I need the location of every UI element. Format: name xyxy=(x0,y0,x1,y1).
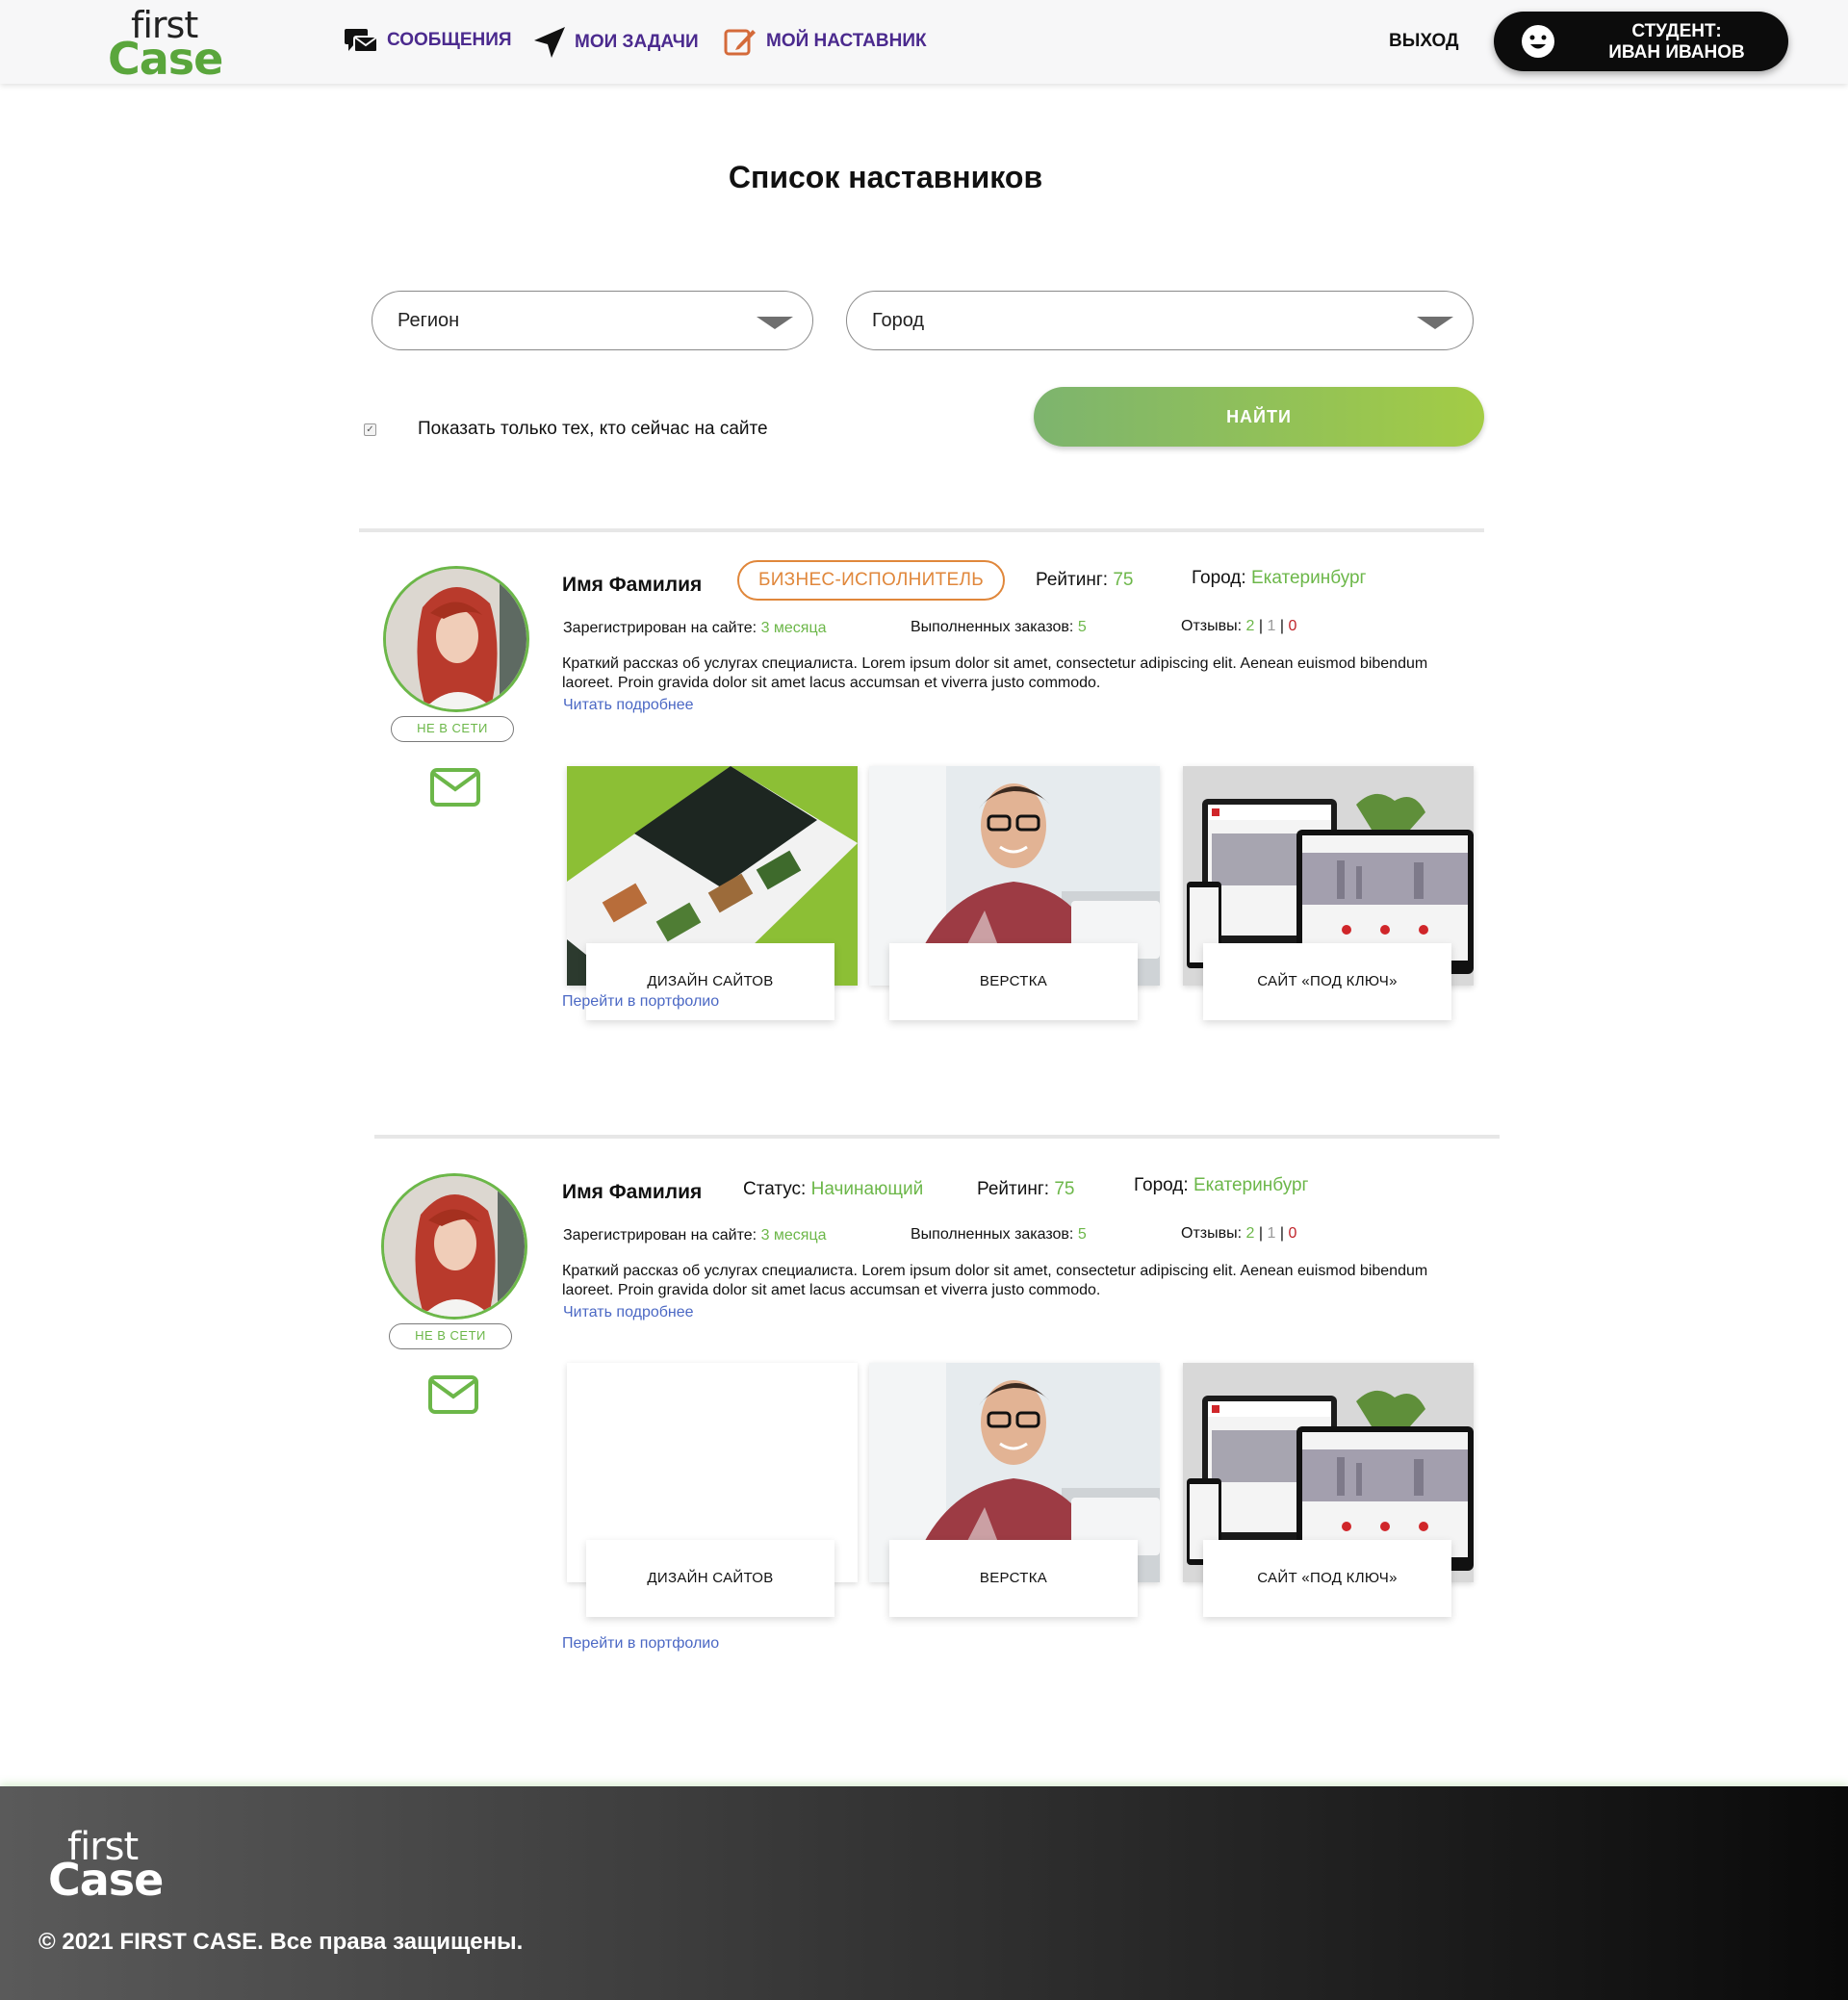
top-header: first Case СООБЩЕНИЯ МОИ ЗАДАЧИ МОЙ НАСТ… xyxy=(0,0,1848,85)
read-more-link[interactable]: Читать подробнее xyxy=(563,697,694,714)
nav-mentor-label: МОЙ НАСТАВНИК xyxy=(766,31,927,51)
status-label: Статус: xyxy=(743,1179,807,1199)
city-value: Екатеринбург xyxy=(1193,1175,1309,1195)
reviews-separator: | xyxy=(1279,1225,1284,1242)
status-value: Начинающий xyxy=(810,1179,924,1199)
orders-value: 5 xyxy=(1077,1226,1087,1243)
mail-icon[interactable] xyxy=(430,768,480,807)
user-profile-button[interactable]: СТУДЕНТ: ИВАН ИВАНОВ xyxy=(1494,12,1788,71)
portfolio-label-markup[interactable]: ВЕРСТКА xyxy=(889,1540,1138,1617)
mentor-card: НЕ В СЕТИ Имя Фамилия БИЗНЕС-ИСПОЛНИТЕЛЬ… xyxy=(360,527,1496,1047)
user-name: ИВАН ИВАНОВ xyxy=(1608,42,1745,63)
find-button[interactable]: НАЙТИ xyxy=(1034,387,1484,447)
region-select[interactable]: Регион xyxy=(372,291,813,350)
portfolio-link[interactable]: Перейти в портфолио xyxy=(562,993,719,1011)
orders-label: Выполненных заказов: xyxy=(911,619,1074,635)
reviews-label: Отзывы: xyxy=(1181,1225,1243,1242)
avatar-photo xyxy=(384,1176,525,1317)
city-select-value: Город xyxy=(872,310,925,331)
mentor-card: НЕ В СЕТИ Имя Фамилия Статус: Начинающий… xyxy=(358,1135,1494,1654)
paper-plane-icon xyxy=(534,27,565,58)
mentor-role-badge: БИЗНЕС-ИСПОЛНИТЕЛЬ xyxy=(737,560,1005,601)
site-footer: first Case © 2021 FIRST CASE. Все права … xyxy=(0,1786,1848,2000)
mentor-registered: Зарегистрирован на сайте: 3 месяца xyxy=(563,620,827,637)
mentor-status: Статус: Начинающий xyxy=(743,1179,923,1200)
mentor-orders: Выполненных заказов: 5 xyxy=(911,619,1087,636)
city-select[interactable]: Город xyxy=(846,291,1474,350)
online-status-badge: НЕ В СЕТИ xyxy=(391,716,514,742)
rating-label: Рейтинг: xyxy=(977,1179,1050,1199)
registered-value: 3 месяца xyxy=(760,620,827,636)
region-select-value: Регион xyxy=(398,310,460,331)
portfolio-label-markup[interactable]: ВЕРСТКА xyxy=(889,943,1138,1020)
edit-icon xyxy=(724,29,756,56)
reviews-negative: 0 xyxy=(1288,1225,1297,1242)
logo-line2: Case xyxy=(108,33,223,85)
mentor-avatar xyxy=(381,1173,527,1320)
reviews-label: Отзывы: xyxy=(1181,618,1243,634)
orders-label: Выполненных заказов: xyxy=(911,1226,1074,1243)
mentor-reviews: Отзывы: 2 | 1 | 0 xyxy=(1181,1225,1296,1243)
portfolio-label-turnkey[interactable]: САЙТ «ПОД КЛЮЧ» xyxy=(1203,943,1451,1020)
smiley-icon xyxy=(1522,25,1554,58)
nav-messages-label: СООБЩЕНИЯ xyxy=(387,30,512,50)
rating-value: 75 xyxy=(1054,1179,1075,1199)
read-more-link[interactable]: Читать подробнее xyxy=(563,1304,694,1321)
registered-label: Зарегистрирован на сайте: xyxy=(563,620,757,636)
portfolio-label-turnkey[interactable]: САЙТ «ПОД КЛЮЧ» xyxy=(1203,1540,1451,1617)
reviews-positive: 2 xyxy=(1245,618,1255,634)
portfolio-link[interactable]: Перейти в портфолио xyxy=(562,1635,719,1653)
city-label: Город: xyxy=(1192,568,1246,588)
mentor-name: Имя Фамилия xyxy=(562,1181,703,1203)
mail-icon[interactable] xyxy=(428,1375,478,1414)
reviews-separator: | xyxy=(1258,1225,1264,1242)
chevron-down-icon xyxy=(757,317,793,329)
messages-icon xyxy=(345,29,378,53)
mentor-name: Имя Фамилия xyxy=(562,574,703,596)
nav-messages[interactable]: СООБЩЕНИЯ xyxy=(343,25,512,56)
registered-label: Зарегистрирован на сайте: xyxy=(563,1227,757,1244)
rating-label: Рейтинг: xyxy=(1036,570,1109,590)
mentor-orders: Выполненных заказов: 5 xyxy=(911,1226,1087,1244)
mentor-avatar xyxy=(383,566,529,712)
reviews-neutral: 1 xyxy=(1267,618,1276,634)
rating-value: 75 xyxy=(1113,570,1134,590)
reviews-separator: | xyxy=(1258,618,1264,634)
chevron-down-icon xyxy=(1417,317,1453,329)
mentor-city: Город: Екатеринбург xyxy=(1134,1175,1308,1196)
mentor-description: Краткий рассказ об услугах специалиста. … xyxy=(562,655,1428,691)
city-label: Город: xyxy=(1134,1175,1189,1195)
footer-logo-line2: Case xyxy=(48,1854,164,1906)
avatar-photo xyxy=(386,569,526,709)
nav-mentor[interactable]: МОЙ НАСТАВНИК xyxy=(724,25,927,58)
mentor-registered: Зарегистрирован на сайте: 3 месяца xyxy=(563,1227,827,1244)
reviews-negative: 0 xyxy=(1288,618,1297,634)
nav-tasks-label: МОИ ЗАДАЧИ xyxy=(575,32,699,52)
portfolio-label-web-design[interactable]: ДИЗАЙН САЙТОВ xyxy=(586,1540,834,1617)
orders-value: 5 xyxy=(1077,619,1087,635)
mentor-city: Город: Екатеринбург xyxy=(1192,568,1366,589)
reviews-separator: | xyxy=(1279,618,1284,634)
page-title: Список наставников xyxy=(728,160,1043,194)
user-role: СТУДЕНТ: xyxy=(1631,21,1722,41)
user-label: СТУДЕНТ: ИВАН ИВАНОВ xyxy=(1580,21,1773,64)
footer-logo[interactable]: first Case xyxy=(48,1825,164,1906)
online-only-label: Показать только тех, кто сейчас на сайте xyxy=(418,419,768,439)
mentor-rating: Рейтинг: 75 xyxy=(977,1179,1074,1200)
city-value: Екатеринбург xyxy=(1250,568,1367,588)
reviews-positive: 2 xyxy=(1245,1225,1255,1242)
online-status-badge: НЕ В СЕТИ xyxy=(389,1323,512,1349)
mentor-description: Краткий рассказ об услугах специалиста. … xyxy=(562,1263,1428,1298)
registered-value: 3 месяца xyxy=(760,1227,827,1244)
online-only-checkbox[interactable]: ✓ xyxy=(364,423,376,436)
mentor-rating: Рейтинг: 75 xyxy=(1036,570,1133,591)
site-logo[interactable]: first Case xyxy=(108,4,223,85)
mentor-reviews: Отзывы: 2 | 1 | 0 xyxy=(1181,618,1296,635)
copyright-text: © 2021 FIRST CASE. Все права защищены. xyxy=(38,1929,524,1955)
nav-tasks[interactable]: МОИ ЗАДАЧИ xyxy=(532,25,699,60)
logout-link[interactable]: ВЫХОД xyxy=(1389,31,1459,52)
reviews-neutral: 1 xyxy=(1267,1225,1276,1242)
